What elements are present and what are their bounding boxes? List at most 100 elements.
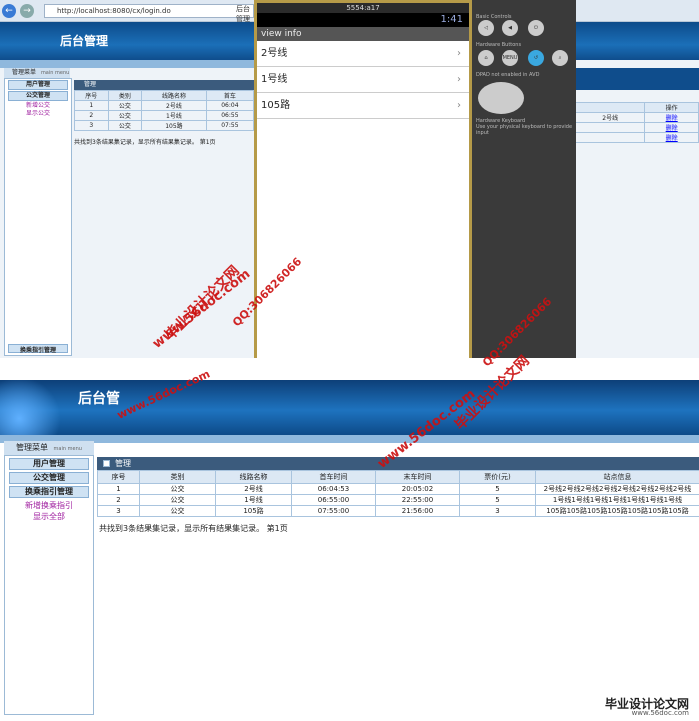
col-header: 线路名称 <box>141 90 207 101</box>
menu-header-en: main menu <box>40 70 70 76</box>
sidebar-sub-add-bus[interactable]: 新增公交 <box>5 102 71 110</box>
sidebar-large: 用户管理 公交管理 换乘指引管理 新增换乘指引 显示全部 <box>4 455 94 715</box>
forward-icon[interactable]: → <box>20 4 34 18</box>
table-row: 1 公交 2号线 06:04 <box>74 100 255 111</box>
sidebar-item-user[interactable]: 用户管理 <box>9 458 89 470</box>
list-item[interactable]: 2号线 › <box>257 41 469 67</box>
col-header: 末车时间 <box>375 470 460 484</box>
col-header: 首车时间 <box>291 470 376 484</box>
cell: 3 <box>97 505 140 517</box>
cell: 06:55 <box>205 110 255 121</box>
list-item[interactable]: 1号线 › <box>257 67 469 93</box>
hardware-buttons-label: Hardware Buttons <box>476 42 522 48</box>
cell: 2号线 <box>215 483 292 495</box>
cell: 1号线1号线1号线1号线1号线1号线1号线 <box>535 494 699 506</box>
top-screenshot: ← → http://localhost:8080/cx/login.do 后台… <box>0 0 699 358</box>
top-table-title: 管理 <box>74 80 254 90</box>
sidebar-item-user[interactable]: 用户管理 <box>8 80 68 90</box>
emulator-screen: 5554:a17 1:41 view info 2号线 › 1号线 › 105路 › <box>254 0 472 358</box>
main-content: 管理 序号 类别 线路名称 首车时间 末车时间 票价(元) 站点信息 1 公交 … <box>97 457 699 534</box>
cell: 2 <box>97 494 140 506</box>
banner-title: 后台管理 <box>60 34 109 48</box>
monitor-icon <box>0 380 64 435</box>
top-summary: 共找到3条结果集记录，显示所有结果集记录。 第1页 <box>74 139 216 146</box>
table-row: 2 公交 1号线 06:55 <box>74 110 255 121</box>
col-header: 票价(元) <box>459 470 536 484</box>
table-row: 1 公交 2号线 06:04:53 20:05:02 5 2号线2号线2号线2号… <box>97 483 699 495</box>
sidebar-item-transfer[interactable]: 换乘指引管理 <box>8 344 68 354</box>
top-main: 管理 序号 类别 线路名称 首车 1 公交 2号线 06:04 2 公交 1号线… <box>74 80 255 146</box>
right-strip: 操作 2号线 删除 删除 删除 <box>574 60 699 358</box>
menu-header-label: 管理菜单 <box>12 69 37 76</box>
cell: 2 <box>74 110 109 121</box>
back-icon[interactable]: ← <box>2 4 16 18</box>
menu-header-label: 管理菜单 <box>16 443 48 452</box>
sidebar-item-transfer[interactable]: 换乘指引管理 <box>9 486 89 498</box>
action-bar-title: view info <box>257 27 469 41</box>
chevron-right-icon: › <box>457 74 461 85</box>
cell: 1 <box>97 483 140 495</box>
cell: 公交 <box>107 120 143 131</box>
emulator-title: 5554:a17 <box>257 3 469 13</box>
cell: 2号线 <box>574 112 646 123</box>
dpad-icon[interactable] <box>478 82 524 114</box>
cell: 公交 <box>107 110 143 121</box>
list-item[interactable]: 105路 › <box>257 93 469 119</box>
back-icon[interactable]: ↺ <box>528 50 544 66</box>
cell: 06:55:00 <box>291 494 376 506</box>
cell: 5 <box>459 494 536 506</box>
site-logo: 毕业设计论文网 www.56doc.com <box>539 695 689 717</box>
delete-link[interactable]: 删除 <box>644 122 699 133</box>
sidebar-item-bus[interactable]: 公交管理 <box>8 91 68 101</box>
cell: 公交 <box>139 505 216 517</box>
col-header: 站点信息 <box>535 470 699 484</box>
menu-header: 管理菜单 main menu <box>4 68 70 78</box>
cell: 105路 <box>215 505 292 517</box>
logo-url: www.56doc.com <box>631 709 689 717</box>
delete-link[interactable]: 删除 <box>644 132 699 143</box>
list-item-label: 2号线 <box>261 48 288 59</box>
cell: 105路 <box>141 120 207 131</box>
col-header: 类别 <box>107 90 143 101</box>
cell: 3 <box>74 120 109 131</box>
transfer-table: 序号 类别 线路名称 首车时间 末车时间 票价(元) 站点信息 1 公交 2号线… <box>97 470 699 517</box>
chevron-right-icon: › <box>457 48 461 59</box>
sidebar: 用户管理 公交管理 新增公交 显示公交 换乘指引管理 <box>4 78 72 356</box>
cell: 公交 <box>139 494 216 506</box>
right-table: 操作 2号线 删除 删除 删除 <box>574 102 699 143</box>
home-icon[interactable]: ⌂ <box>478 50 494 66</box>
cell: 1号线 <box>215 494 292 506</box>
list-item-label: 1号线 <box>261 74 288 85</box>
cell: 07:55 <box>205 120 255 131</box>
volume-down-icon[interactable]: ◁ <box>478 20 494 36</box>
cell: 06:04 <box>205 100 255 111</box>
menu-button[interactable]: MENU <box>502 50 518 66</box>
cell: 2号线 <box>141 100 207 111</box>
sidebar-sub-show-bus[interactable]: 显示公交 <box>5 110 71 118</box>
chevron-right-icon: › <box>457 100 461 111</box>
sidebar-item-bus[interactable]: 公交管理 <box>9 472 89 484</box>
delete-link[interactable]: 删除 <box>644 112 699 123</box>
basic-controls-label: Basic Controls <box>476 14 512 20</box>
cell: 07:55:00 <box>291 505 376 517</box>
power-icon[interactable]: ⏻ <box>528 20 544 36</box>
volume-up-icon[interactable]: ◀ <box>502 20 518 36</box>
cell: 105路105路105路105路105路105路105路 <box>535 505 699 517</box>
col-header: 操作 <box>644 102 699 113</box>
browser-tab[interactable]: 后台管理 <box>236 4 256 23</box>
sidebar-sub-show-all[interactable]: 显示全部 <box>5 511 93 522</box>
sidebar-sub-add-transfer[interactable]: 新增换乘指引 <box>5 500 93 511</box>
cell: 2号线2号线2号线2号线2号线2号线2号线2号线 <box>535 483 699 495</box>
col-header: 序号 <box>97 470 140 484</box>
cell: 5 <box>459 483 536 495</box>
banner-title-large: 后台管 <box>78 391 120 407</box>
cell: 20:05:02 <box>375 483 460 495</box>
cell: 公交 <box>139 483 216 495</box>
status-time: 1:41 <box>440 14 463 25</box>
menu-header-en: main menu <box>53 446 82 452</box>
address-bar[interactable]: http://localhost:8080/cx/login.do <box>44 4 254 18</box>
table-icon <box>103 460 110 467</box>
search-icon[interactable]: ⌕ <box>552 50 568 66</box>
cell: 公交 <box>107 100 143 111</box>
menu-header-large: 管理菜单 main menu <box>4 441 94 455</box>
